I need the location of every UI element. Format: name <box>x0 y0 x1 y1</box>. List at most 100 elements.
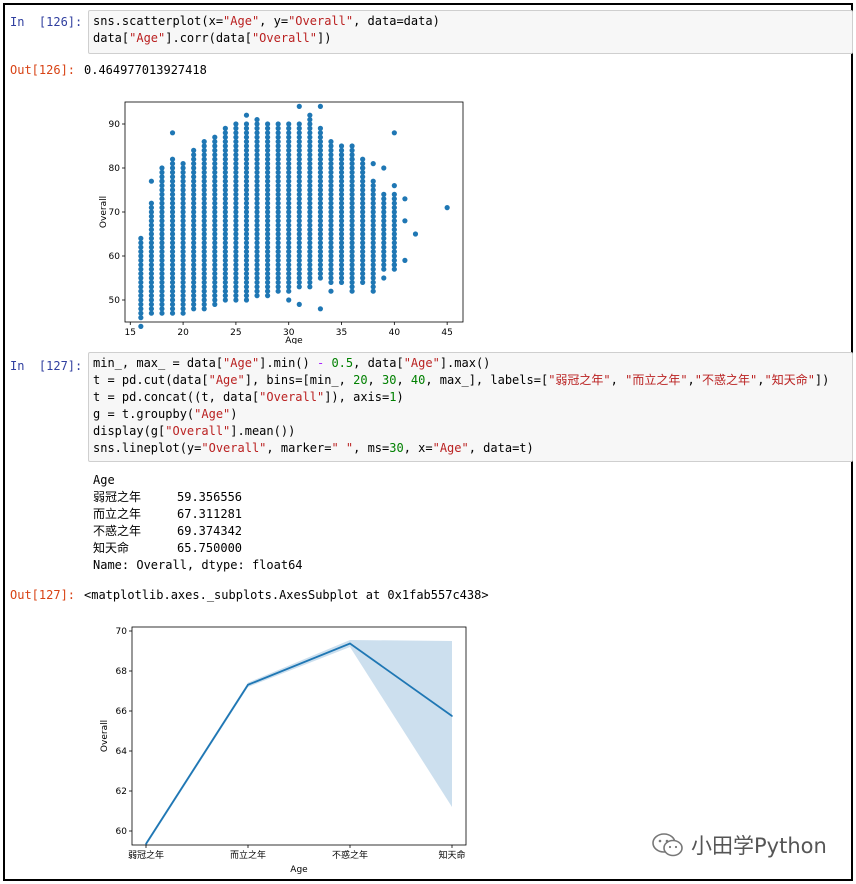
scatter-point <box>212 134 218 140</box>
line-y-axis-label: Overall <box>100 720 110 752</box>
scatter-point <box>169 156 176 162</box>
scatter-point <box>307 284 313 290</box>
y-tick-label: 50 <box>109 296 121 306</box>
line-plot: 弱冠之年 而立之年 不惑之年 知天命 60 62 64 66 68 70 Age Overall <box>100 626 467 875</box>
scatter-point <box>317 103 324 109</box>
scatter-point <box>349 156 355 162</box>
x-tick-label: 15 <box>125 328 136 338</box>
scatter-point <box>402 257 408 263</box>
scatter-point <box>381 165 387 171</box>
series-row: 而立之年 67.311281 <box>93 506 303 523</box>
code-line: g = t.groupby("Age") <box>93 407 238 421</box>
scatter-point <box>360 165 366 171</box>
scatter-point <box>402 218 408 224</box>
scatter-point <box>338 152 345 158</box>
cell-127-in-prompt: In [127]: <box>10 359 83 373</box>
scatter-point <box>296 103 302 109</box>
scatter-point <box>191 147 197 153</box>
series-point <box>247 683 249 686</box>
series-header: Age <box>93 473 115 487</box>
scatter-point <box>138 235 144 241</box>
scatter-point <box>243 112 250 118</box>
scatter-point <box>402 196 408 202</box>
code-line: min_, max_ = data["Age"].min() - 0.5, da… <box>93 356 491 370</box>
series-row: 知天命 65.750000 <box>93 540 303 557</box>
code-line: display(g["Overall"].mean()) <box>93 424 296 438</box>
y-tick-label: 66 <box>116 707 128 717</box>
series-point <box>451 715 453 717</box>
scatter-point <box>317 306 324 312</box>
cell-127-code-input[interactable]: min_, max_ = data["Age"].min() - 0.5, da… <box>88 352 853 462</box>
x-tick-label: 45 <box>441 328 452 338</box>
watermark-text: 小田学Python <box>691 834 827 858</box>
scatter-point <box>370 178 376 184</box>
scatter-point <box>148 200 155 206</box>
series-point <box>349 642 351 645</box>
scatter-point <box>391 262 397 268</box>
scatter-point <box>138 323 144 329</box>
y-tick-label: 64 <box>116 747 128 757</box>
line-y-ticks: 60 62 64 66 68 70 <box>116 627 132 837</box>
line-x-axis-label: Age <box>290 865 308 875</box>
series-output: Age 弱冠之年 59.356556 而立之年 67.311281 不惑之年 6… <box>93 472 303 574</box>
scatter-point <box>349 143 355 149</box>
line-x-ticks: 弱冠之年 而立之年 不惑之年 知天命 <box>128 845 466 861</box>
x-tick-label: 25 <box>230 328 241 338</box>
scatter-point <box>233 121 239 127</box>
scatter-point <box>412 231 419 237</box>
scatter-point <box>275 121 281 127</box>
cell-127-out-prompt: Out[127]: <box>10 588 76 602</box>
scatter-point <box>180 161 186 167</box>
series-index-label: 不惑之年 <box>93 524 142 538</box>
scatter-point <box>296 301 302 307</box>
x-tick-label: 35 <box>336 328 347 338</box>
scatter-point <box>381 191 387 197</box>
scatter-point <box>159 178 165 184</box>
series-value: 69.374342 <box>177 524 243 538</box>
series-value: 67.311281 <box>177 507 243 521</box>
series-row: 不惑之年 69.374342 <box>93 523 303 540</box>
cell-126-code-input[interactable]: sns.scatterplot(x="Age", y="Overall", da… <box>88 10 853 54</box>
wechat-icon <box>652 833 683 857</box>
scatter-plot: 15 20 25 30 35 40 45 5060708090 Age Overall <box>99 101 464 344</box>
scatter-point <box>307 112 313 118</box>
y-tick-label: 90 <box>109 120 121 130</box>
series-index-label: 而立之年 <box>93 507 142 521</box>
scatter-point <box>148 178 155 184</box>
scatter-x-axis-label: Age <box>285 336 303 344</box>
series-value: 65.750000 <box>177 541 243 555</box>
y-tick-label: 80 <box>109 164 121 174</box>
y-tick-label: 62 <box>116 787 127 797</box>
y-tick-label: 68 <box>116 667 128 677</box>
cell-126-in-prompt: In [126]: <box>10 15 83 29</box>
scatter-point <box>349 288 355 294</box>
scatter-y-axis-label: Overall <box>99 196 109 228</box>
cell-126-out-prompt: Out[126]: <box>10 63 76 77</box>
scatter-point <box>169 130 176 136</box>
code-line: data["Age"].corr(data["Overall"]) <box>93 31 332 45</box>
scatter-axes-frame <box>124 101 464 323</box>
watermark: 小田学Python <box>651 830 827 860</box>
series-footer: Name: Overall, dtype: float64 <box>93 558 303 572</box>
scatter-point <box>338 143 345 149</box>
scatter-point <box>222 125 228 131</box>
scatter-point <box>286 121 292 127</box>
cell-127-output-value: <matplotlib.axes._subplots.AxesSubplot a… <box>84 588 489 602</box>
y-tick-label: 70 <box>116 627 128 637</box>
scatter-point <box>264 121 271 127</box>
scatter-point <box>328 139 334 145</box>
scatter-point <box>317 125 324 131</box>
cell-126-output-value: 0.464977013927418 <box>84 63 207 77</box>
x-tick-label: 弱冠之年 <box>128 849 164 861</box>
series-value: 59.356556 <box>177 490 243 504</box>
x-tick-label: 40 <box>389 328 401 338</box>
scatter-point <box>370 161 376 167</box>
scatter-point <box>296 121 302 127</box>
scatter-point <box>286 297 292 303</box>
series-row: 弱冠之年 59.356556 <box>93 489 303 506</box>
scatter-point <box>370 288 376 294</box>
code-line: t = pd.concat((t, data["Overall"]), axis… <box>93 390 404 404</box>
x-tick-label: 20 <box>177 328 189 338</box>
scatter-point <box>201 139 207 145</box>
line-ci-band <box>146 640 452 846</box>
